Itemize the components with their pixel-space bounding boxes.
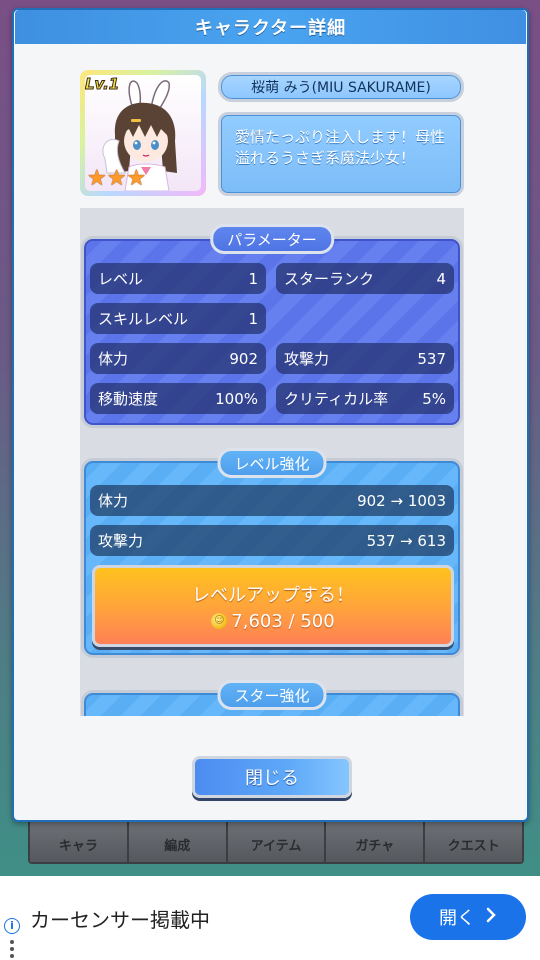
stat-label: クリティカル率 [284,390,389,408]
stat-value: 4 [436,269,446,288]
stat-value: 902 [229,349,258,368]
more-options-icon[interactable] [10,940,14,960]
level-up-panel-title: レベル強化 [217,448,327,478]
stat-value: 537 [417,349,446,368]
star-rating: ★ ★ ★ [87,168,146,190]
character-description: 愛情たっぷり注入します！母性溢れるうさぎ系魔法少女！ [218,112,464,196]
star-icon: ★ [87,166,107,191]
stat-label: 攻撃力 [284,350,330,368]
character-image: Lv.1 ★ ★ ★ [85,75,201,191]
level-up-label: レベルアップする！ [192,584,354,606]
level-badge: Lv.1 [85,75,120,94]
stat-value: 5% [422,389,446,408]
bottom-nav: キャラ 編成 アイテム ガチャ クエスト [28,818,524,864]
levelup-row-hp: 体力 902 → 1003 [90,485,454,516]
nav-item-gacha[interactable]: ガチャ [326,820,426,862]
coin-icon: ☺ [211,613,228,629]
stat-value: 1 [248,269,258,288]
row-label: 攻撃力 [98,532,144,550]
parameter-panel: レベル 1 スターランク 4 スキルレベル 1 体力 902 攻撃力 537 移… [81,236,463,428]
level-up-panel: 体力 902 → 1003 攻撃力 537 → 613 レベルアップする！ ☺ … [81,458,463,658]
stat-label: 移動速度 [98,390,159,408]
row-value: 537 → 613 [366,531,446,550]
stat-level: レベル 1 [90,263,266,294]
stat-star-rank: スターランク 4 [276,263,454,294]
parameter-panel-title: パラメーター [210,224,334,254]
close-button[interactable]: 閉じる [192,756,352,798]
star-icon: ★ [126,166,147,191]
level-up-button[interactable]: レベルアップする！ ☺ 7,603 / 500 [92,565,454,647]
stat-value: 1 [248,309,258,328]
nav-item-quest[interactable]: クエスト [425,820,522,862]
nav-item-formation[interactable]: 編成 [128,820,228,862]
stat-label: レベル [98,270,144,288]
ad-open-button[interactable]: 開く [410,894,526,940]
ad-banner[interactable]: i カーセンサー掲載中 開く [0,876,540,960]
ad-text: カーセンサー掲載中 [30,908,210,932]
ad-open-label: 開く [439,908,475,929]
nav-label: クエスト [447,839,500,854]
character-name: 桜萌 みう(MIU SAKURAME) [218,72,464,102]
info-icon[interactable]: i [4,918,20,934]
stat-label: 体力 [98,350,129,368]
nav-label: キャラ [58,839,98,854]
row-label: 体力 [98,492,129,510]
detail-scroll-area[interactable]: レベル 1 スターランク 4 スキルレベル 1 体力 902 攻撃力 537 移… [80,208,464,716]
stat-hp: 体力 902 [90,343,266,374]
star-up-panel-title: スター強化 [217,680,327,710]
stat-label: スキルレベル [98,310,189,328]
nav-label: アイテム [250,839,302,854]
cost-value: 7,603 / 500 [231,610,335,632]
stat-attack: 攻撃力 537 [276,343,454,374]
dialog-title: キャラクター詳細 [15,10,526,44]
stat-label: スターランク [284,270,375,288]
nav-label: 編成 [164,839,191,854]
star-icon: ★ [106,166,127,191]
stat-value: 100% [215,389,258,408]
character-portrait: Lv.1 ★ ★ ★ [80,70,206,196]
row-value: 902 → 1003 [357,491,446,510]
level-up-cost: ☺ 7,603 / 500 [211,610,335,632]
nav-item-items[interactable]: アイテム [227,820,327,862]
character-detail-dialog: キャラクター詳細 Lv.1 ★ ★ ★ 桜萌 みう(MIU SAKURAME) … [12,8,529,822]
stat-move-speed: 移動速度 100% [90,383,266,414]
stat-critical-rate: クリティカル率 5% [276,383,454,414]
nav-label: ガチャ [355,839,395,854]
nav-item-chara[interactable]: キャラ [30,820,129,862]
chevron-right-icon [485,907,497,928]
stat-skill-level: スキルレベル 1 [90,303,266,334]
levelup-row-attack: 攻撃力 537 → 613 [90,525,454,556]
